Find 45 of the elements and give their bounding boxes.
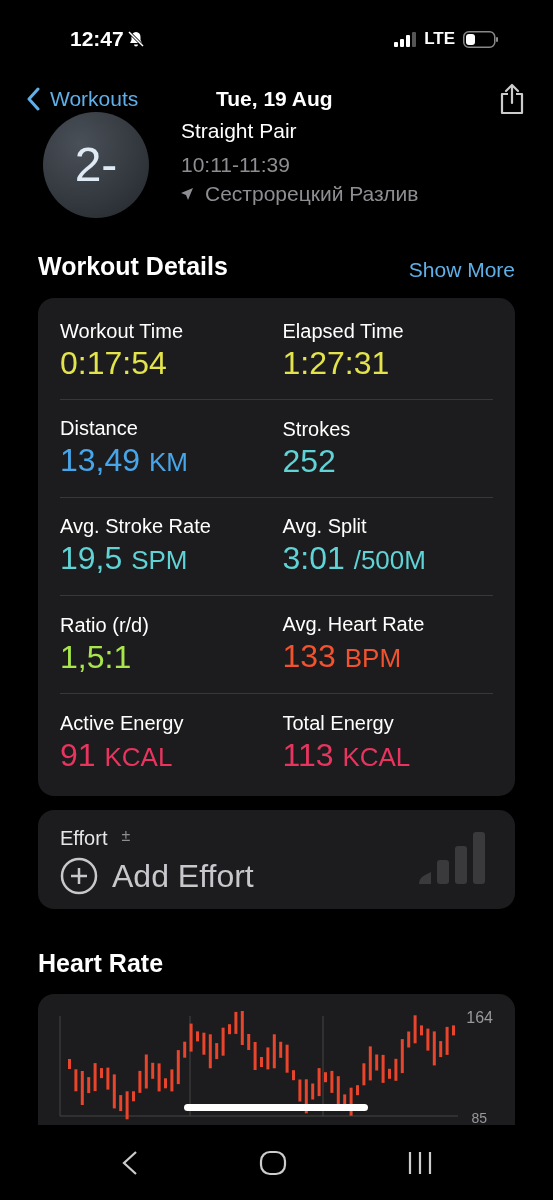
workout-badge: 2-	[43, 112, 149, 218]
metric-value: 113 KCAL	[282, 735, 412, 775]
metric-label: Active Energy	[60, 710, 185, 736]
location-label: Сестрорецкий Разлив	[205, 181, 419, 207]
workout-name: Straight Pair	[181, 118, 298, 144]
clock-time: 12:47	[70, 26, 124, 53]
show-more-link[interactable]: Show More	[408, 254, 515, 286]
metric-value: 1,5:1	[60, 638, 133, 676]
battery-icon	[463, 30, 499, 48]
metric-label: Avg. Stroke Rate	[60, 514, 212, 539]
effort-label: Effort	[60, 825, 108, 850]
metric-label: Avg. Heart Rate	[282, 612, 426, 637]
metric-value: 3:01 /500M	[282, 539, 427, 578]
metric-value: 133 BPM	[282, 637, 403, 676]
axis-label: 85	[471, 1110, 487, 1126]
recent-apps-button[interactable]	[407, 1149, 434, 1176]
share-button[interactable]	[499, 83, 525, 115]
section-title: Heart Rate	[38, 948, 164, 977]
section-title: Workout Details	[38, 251, 228, 282]
home-button[interactable]	[259, 1149, 288, 1176]
back-link[interactable]: Workouts	[26, 83, 139, 115]
metric-label: Elapsed Time	[282, 319, 405, 344]
plus-minus-mark: ±	[121, 825, 131, 846]
time-range: 10:11-11:39	[181, 152, 291, 178]
add-effort-button[interactable]: Add Effort	[60, 851, 254, 900]
nav-title: Tue, 19 Aug	[216, 86, 333, 113]
metric-label: Distance	[60, 416, 139, 441]
metric-label: Workout Time	[60, 319, 184, 344]
network-label: LTE	[424, 28, 455, 51]
metric-label: Strokes	[282, 417, 352, 442]
location-arrow-icon	[181, 188, 193, 200]
metric-value: 91 KCAL	[60, 735, 174, 775]
signal-icon	[394, 31, 417, 47]
metric-value: 252	[282, 442, 337, 480]
metric-value: 1:27:31	[282, 344, 391, 382]
chevron-left-icon	[26, 87, 40, 111]
metric-value: 0:17:54	[60, 344, 168, 382]
metric-label: Total Energy	[282, 710, 395, 736]
axis-label: 164	[466, 1008, 493, 1028]
metric-value: 19,5 SPM	[60, 539, 189, 578]
bell-muted-icon	[126, 30, 145, 48]
metric-label: Avg. Split	[282, 514, 368, 539]
metric-label: Ratio (r/d)	[60, 613, 150, 638]
plus-circle-icon	[60, 856, 98, 895]
metric-value: 13,49 KM	[60, 441, 189, 480]
